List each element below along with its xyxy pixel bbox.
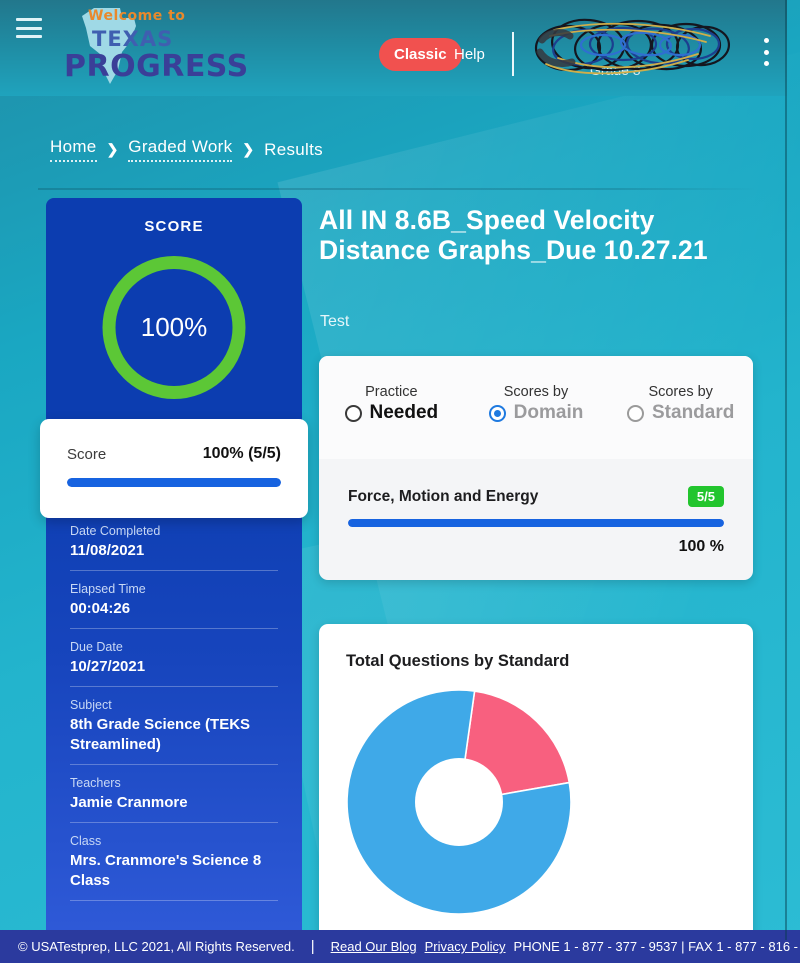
radio-option-toplabel: Scores by: [648, 384, 713, 400]
radio-option-toplabel: Scores by: [503, 384, 569, 400]
meta-row-teachers: Teachers Jamie Cranmore: [70, 776, 278, 823]
breadcrumb-separator-1: ❯: [106, 141, 119, 157]
radio-option-label: Domain: [513, 402, 584, 423]
page-footer: © USATestprep, LLC 2021, All Rights Rese…: [0, 930, 800, 963]
domain-scores-card: Practice Needed Scores by Domain Scores …: [319, 356, 753, 580]
footer-blog-link[interactable]: Read Our Blog: [331, 939, 417, 954]
meta-label: Class: [70, 834, 102, 848]
score-ring-value: 100%: [140, 312, 208, 342]
meta-value: Jamie Cranmore: [70, 794, 188, 811]
footer-separator: |: [310, 938, 315, 955]
domain-name: Force, Motion and Energy: [348, 487, 539, 505]
score-summary-progress-fill: [67, 478, 281, 487]
footer-privacy-link[interactable]: Privacy Policy: [425, 939, 506, 954]
content-top-divider: [38, 188, 760, 190]
breadcrumb-item-results: Results: [264, 139, 323, 159]
domain-result-row: Force, Motion and Energy 5/5 100 %: [319, 459, 753, 580]
help-link[interactable]: Help: [454, 46, 485, 63]
user-grade-label: Grade 8: [590, 62, 641, 78]
logo-line-texas: TEXAS: [92, 27, 174, 51]
meta-row-elapsed-time: Elapsed Time 00:04:26: [70, 582, 278, 629]
domain-progress-fill: [348, 519, 724, 527]
meta-value: 10/27/2021: [70, 658, 146, 675]
hamburger-bar-3: [16, 35, 42, 38]
radio-button-scores-by-standard[interactable]: [627, 404, 644, 422]
logo-line-welcome: Welcome to: [88, 8, 186, 24]
hamburger-bar-2: [16, 26, 42, 30]
meta-value: 11/08/2021: [70, 542, 145, 559]
kebab-dot-3: [763, 61, 769, 66]
score-summary-overlay: Score 100% (5/5): [40, 419, 308, 518]
hamburger-bar-1: [16, 18, 42, 21]
radio-option-label: Needed: [369, 402, 439, 423]
donut-hole: [415, 758, 503, 846]
meta-row-due-date: Due Date 10/27/2021: [70, 640, 278, 687]
radio-option-practice-needed[interactable]: Practice Needed: [319, 356, 464, 424]
breadcrumb-item-graded-work[interactable]: Graded Work: [128, 137, 233, 162]
footer-copyright: © USATestprep, LLC 2021, All Rights Rese…: [18, 939, 295, 954]
meta-label: Due Date: [70, 640, 123, 654]
view-options-radio-group: Practice Needed Scores by Domain Scores …: [319, 356, 753, 459]
assignment-type-label: Test: [320, 313, 350, 330]
kebab-menu-icon[interactable]: [758, 38, 774, 66]
meta-row-date-completed: Date Completed 11/08/2021: [70, 524, 278, 571]
score-summary-label: Score: [67, 446, 107, 463]
meta-value: 8th Grade Science (TEKS Streamlined): [70, 716, 251, 753]
meta-value: 00:04:26: [70, 600, 131, 617]
radio-option-scores-by-standard[interactable]: Scores by Standard: [608, 356, 753, 424]
score-card-label: SCORE: [144, 218, 204, 235]
kebab-dot-1: [763, 38, 769, 43]
questions-by-standard-card: Total Questions by Standard: [319, 624, 753, 940]
score-summary-progress-bar: [67, 478, 281, 487]
score-ring-gauge: 100%: [102, 256, 246, 399]
classic-button[interactable]: Classic: [379, 38, 462, 71]
chart-title: Total Questions by Standard: [346, 652, 570, 670]
meta-row-subject: Subject 8th Grade Science (TEKS Streamli…: [70, 698, 278, 765]
page-title: All IN 8.6B_Speed Velocity Distance Grap…: [319, 205, 708, 265]
meta-row-class: Class Mrs. Cranmore's Science 8 Class: [70, 834, 278, 901]
breadcrumb-item-home[interactable]: Home: [50, 137, 97, 162]
meta-label: Teachers: [70, 776, 121, 790]
breadcrumb: Home ❯ Graded Work ❯ Results: [50, 137, 323, 162]
logo-line-progress: PROGRESS: [64, 49, 249, 84]
page-root: Welcome to TEXAS PROGRESS Classic Help G…: [0, 0, 800, 963]
texas-progress-logo[interactable]: Welcome to TEXAS PROGRESS: [60, 2, 260, 94]
domain-percent-text: 100 %: [678, 538, 724, 555]
score-card: SCORE 100%: [46, 198, 302, 434]
domain-score-badge: 5/5: [687, 486, 724, 507]
radio-button-scores-by-domain[interactable]: [488, 404, 506, 422]
footer-phone: PHONE 1 - 877 - 377 - 9537 | FAX 1 - 877…: [513, 939, 800, 954]
breadcrumb-separator-2: ❯: [242, 141, 255, 157]
meta-label: Date Completed: [70, 524, 161, 538]
user-account-area[interactable]: Grade 8: [528, 14, 738, 86]
radio-option-scores-by-domain[interactable]: Scores by Domain: [464, 356, 609, 424]
radio-option-toplabel: Practice: [365, 384, 418, 400]
radio-button-practice-needed[interactable]: [344, 404, 362, 422]
radio-option-label: Standard: [652, 402, 735, 423]
meta-label: Elapsed Time: [70, 582, 146, 596]
kebab-dot-2: [763, 49, 769, 55]
header-divider: [512, 32, 514, 76]
donut-chart[interactable]: [347, 690, 571, 914]
meta-value: Mrs. Cranmore's Science 8 Class: [70, 852, 262, 889]
domain-progress-bar: [348, 519, 724, 527]
score-summary-value: 100% (5/5): [202, 445, 281, 462]
hamburger-icon[interactable]: [16, 16, 42, 40]
meta-label: Subject: [70, 698, 112, 712]
app-header: Welcome to TEXAS PROGRESS Classic Help G…: [0, 0, 787, 96]
background-sheen-upper: [277, 13, 800, 687]
